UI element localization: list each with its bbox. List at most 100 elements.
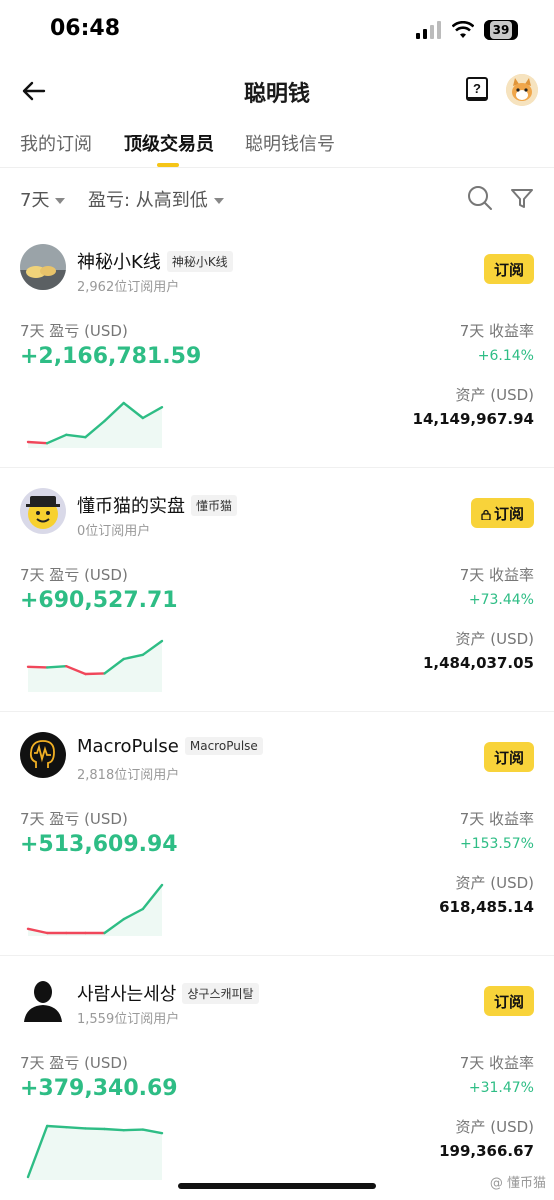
asset-label: 资产 (USD) (455, 1118, 534, 1136)
trader-name: 사람사는세상 샹구스캐피탈 (77, 980, 259, 1006)
asset-value: 1,484,037.05 (422, 654, 534, 672)
subscribe-label: 订阅 (493, 260, 524, 279)
pnl-sparkline (26, 883, 164, 936)
pnl-value: +690,527.71 (20, 588, 178, 613)
lock-icon (481, 509, 491, 520)
pnl-label: 7天 盈亏 (USD) (20, 322, 128, 340)
trader-card[interactable]: MacroPulse MacroPulse 2,818位订阅用户 订阅 7天 盈亏… (0, 732, 554, 956)
search-icon[interactable] (466, 184, 494, 212)
subscribe-button[interactable]: 订阅 (470, 498, 534, 528)
cat-hat-avatar-icon (20, 488, 66, 534)
nav-bar: 聪明钱 ? (0, 62, 554, 118)
tab-top-traders[interactable]: 顶级交易员 (124, 130, 214, 156)
silhouette-avatar-icon (20, 976, 66, 1022)
wifi-icon (452, 21, 474, 38)
subscribe-button[interactable]: 订阅 (483, 742, 534, 772)
pulse-head-avatar-icon (20, 732, 66, 778)
period-filter-label: 7天 (20, 190, 50, 211)
pnl-sparkline (26, 401, 164, 448)
roi-label: 7天 收益率 (459, 322, 534, 340)
subscriber-count: 0位订阅用户 (77, 524, 151, 539)
trader-card[interactable]: 사람사는세상 샹구스캐피탈 1,559位订阅用户 订阅 7天 盈亏 (USD) +… (0, 976, 554, 1200)
sparkline-segment (84, 672, 106, 676)
trader-avatar (20, 976, 66, 1022)
pnl-label: 7天 盈亏 (USD) (20, 566, 128, 584)
sort-filter[interactable]: 盈亏: 从高到低 (88, 186, 224, 212)
trader-card[interactable]: 懂币猫的实盘 懂币猫 0位订阅用户 订阅 7天 盈亏 (USD) +690,527… (0, 488, 554, 712)
user-avatar[interactable] (506, 74, 538, 106)
roi-label: 7天 收益率 (459, 810, 534, 828)
trader-tag: 샹구스캐피탈 (182, 983, 259, 1004)
asset-value: 618,485.14 (439, 898, 534, 916)
trader-avatar (20, 244, 66, 290)
sparkline-segment (45, 665, 68, 669)
home-indicator (178, 1183, 376, 1189)
tab-bar: 我的订阅 顶级交易员 聪明钱信号 (0, 118, 554, 168)
cloud-avatar-icon (20, 244, 66, 290)
trader-name-text: MacroPulse (77, 736, 179, 757)
subscribe-button[interactable]: 订阅 (483, 254, 534, 284)
pnl-value: +379,340.69 (20, 1076, 178, 1101)
trader-tag: MacroPulse (184, 737, 263, 755)
subscribe-button[interactable]: 订阅 (483, 986, 534, 1016)
asset-value: 14,149,967.94 (412, 410, 534, 428)
battery-level: 39 (489, 21, 513, 39)
chevron-down-icon (213, 198, 224, 204)
sparkline-area (28, 403, 162, 448)
subscriber-count: 2,962位订阅用户 (77, 280, 180, 295)
funnel-filter-icon[interactable] (508, 184, 536, 212)
chevron-down-icon (55, 198, 66, 204)
sparkline-area (28, 1126, 162, 1180)
roi-label: 7天 收益率 (459, 1054, 534, 1072)
trader-name: 懂币猫的实盘 懂币猫 (77, 492, 238, 518)
roi-value: +73.44% (468, 592, 534, 608)
pnl-sparkline (26, 639, 164, 692)
sparkline-segment (65, 1125, 87, 1130)
sparkline-segment (122, 1128, 145, 1132)
asset-value: 199,366.67 (439, 1142, 534, 1160)
period-filter[interactable]: 7天 (20, 186, 66, 212)
sparkline-segment (26, 665, 49, 669)
sort-filter-label: 盈亏: 从高到低 (88, 190, 208, 211)
subscribe-label: 订阅 (493, 992, 524, 1011)
sparkline-segment (26, 440, 49, 445)
svg-text:?: ? (473, 81, 481, 96)
trader-card[interactable]: 神秘小K线 神秘小K线 2,962位订阅用户 订阅 7天 盈亏 (USD) +2,… (0, 244, 554, 468)
trader-name-text: 사람사는세상 (77, 984, 177, 1005)
pnl-sparkline (26, 1124, 164, 1180)
subscriber-count: 2,818位订阅用户 (77, 768, 180, 783)
battery-icon: 39 (484, 20, 518, 40)
asset-label: 资产 (USD) (455, 874, 534, 892)
subscribe-label: 订阅 (493, 748, 524, 767)
trader-tag: 懂币猫 (191, 495, 238, 516)
trader-name-text: 神秘小K线 (77, 252, 161, 273)
pnl-value: +2,166,781.59 (20, 344, 202, 369)
roi-value: +6.14% (477, 348, 534, 364)
cat-avatar-icon (506, 74, 538, 106)
trader-name-text: 懂币猫的实盘 (77, 496, 185, 517)
help-book-icon[interactable]: ? (464, 76, 490, 104)
status-time: 06:48 (50, 16, 121, 41)
asset-label: 资产 (USD) (455, 630, 534, 648)
asset-label: 资产 (USD) (455, 386, 534, 404)
sparkline-segment (45, 1124, 68, 1129)
trader-name: MacroPulse MacroPulse (77, 736, 263, 757)
pnl-label: 7天 盈亏 (USD) (20, 1054, 128, 1072)
tab-smart-money-signals[interactable]: 聪明钱信号 (245, 130, 335, 156)
filter-bar: 7天 盈亏: 从高到低 (0, 180, 554, 216)
subscriber-count: 1,559位订阅用户 (77, 1012, 180, 1027)
status-bar: 06:48 39 (0, 0, 554, 62)
sparkline-segment (84, 1127, 106, 1131)
trader-tag: 神秘小K线 (166, 251, 233, 272)
trader-avatar (20, 488, 66, 534)
pnl-label: 7天 盈亏 (USD) (20, 810, 128, 828)
status-icons: 39 (416, 20, 518, 40)
subscribe-label: 订阅 (493, 504, 524, 523)
tab-my-subscriptions[interactable]: 我的订阅 (20, 130, 92, 156)
roi-value: +31.47% (468, 1080, 534, 1096)
trader-name: 神秘小K线 神秘小K线 (77, 248, 233, 274)
sparkline-segment (103, 1127, 125, 1132)
trader-avatar (20, 732, 66, 778)
pnl-value: +513,609.94 (20, 832, 178, 857)
roi-value: +153.57% (459, 836, 534, 852)
